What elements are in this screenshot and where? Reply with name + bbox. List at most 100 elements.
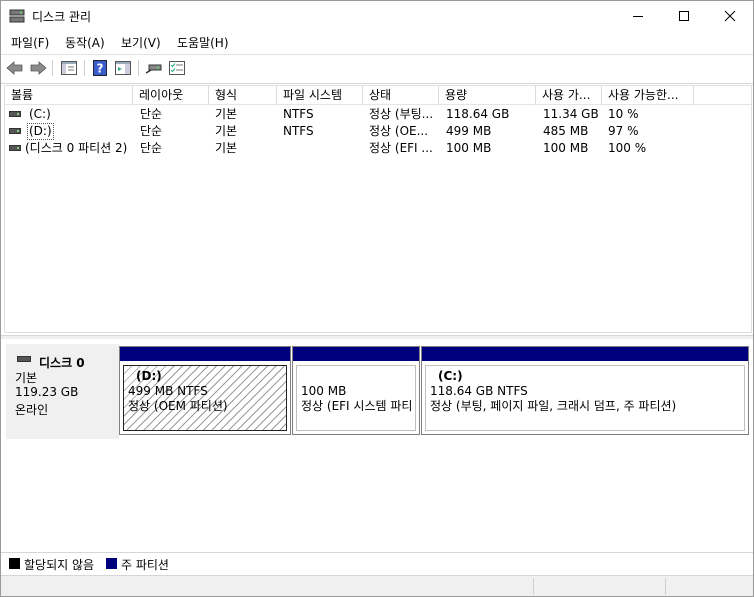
legend-bar: 할당되지 않음 주 파티션 [1,552,753,574]
disk-name: 디스크 0 [39,356,85,370]
disk-0-info[interactable]: 디스크 0 기본 119.23 GB 온라인 [6,344,119,439]
partition-efi[interactable]: 100 MB 정상 (EFI 시스템 파티 [292,346,420,435]
menu-bar: 파일(F) 동작(A) 보기(V) 도움말(H) [1,31,753,53]
toolbar-separator [138,60,139,76]
back-arrow-icon [6,61,23,75]
toolbar-separator [84,60,85,76]
status-bar-divider [665,578,666,595]
partition-status: 정상 (OEM 파티션) [128,399,228,413]
back-button[interactable] [5,59,25,77]
volume-type: 기본 [215,107,238,121]
primary-partition-bar [293,347,419,361]
partition-size: 100 MB [301,384,347,398]
column-header-capacity[interactable]: 용량 [439,86,536,105]
window-title: 디스크 관리 [32,10,92,24]
checklist-icon [169,61,185,75]
column-header-status[interactable]: 상태 [363,86,439,105]
disk-layout-pane: 디스크 0 기본 119.23 GB 온라인 (D:) 499 MB NTFS … [4,340,752,550]
volume-icon [9,128,21,134]
column-header-type[interactable]: 형식 [209,86,277,105]
column-header-volume[interactable]: 볼륨 [5,86,133,105]
disk-status: 온라인 [15,403,49,417]
partition-status: 정상 (EFI 시스템 파티 [301,399,413,413]
volume-status: 정상 (부팅... [369,107,434,121]
volume-percent-free: 10 % [608,107,639,121]
volume-list-header: 볼륨 레이아웃 형식 파일 시스템 상태 용량 사용 가... 사용 가능한..… [5,86,751,105]
disk-management-app-icon [9,9,25,23]
column-header-file-system[interactable]: 파일 시스템 [277,86,363,105]
menu-file[interactable]: 파일(F) [11,34,49,51]
volume-capacity: 499 MB [446,124,492,138]
disk-size: 119.23 GB [15,385,79,399]
volume-row-efi[interactable]: (디스크 0 파티션 2) 단순 기본 정상 (EFI ... 100 MB 1… [5,140,751,157]
volume-layout: 단순 [140,107,163,121]
status-bar [1,575,753,596]
column-header-layout[interactable]: 레이아웃 [133,86,209,105]
forward-arrow-icon [30,61,47,75]
volume-file-system: NTFS [283,124,314,138]
disk-management-window: 디스크 관리 파일(F) 동작(A) 보기(V) 도움말(H) ? 볼륨 레이아… [0,0,754,597]
maximize-button[interactable] [661,1,707,31]
disk-icon [17,356,31,362]
volume-name: (디스크 0 파티션 2) [25,141,128,155]
svg-text:?: ? [97,62,104,76]
partition-c[interactable]: (C:) 118.64 GB NTFS 정상 (부팅, 페이지 파일, 크래시 … [421,346,749,435]
connect-icon [145,64,162,74]
volume-name: (D:) [27,123,54,140]
partition-d[interactable]: (D:) 499 MB NTFS 정상 (OEM 파티션) [119,346,291,435]
volume-file-system: NTFS [283,107,314,121]
primary-partition-legend-label: 주 파티션 [121,558,169,572]
volume-capacity: 118.64 GB [446,107,510,121]
toolbar-separator [52,60,53,76]
menu-view[interactable]: 보기(V) [121,34,161,51]
toolbar-bottom-border [1,83,753,84]
menu-help[interactable]: 도움말(H) [177,34,229,51]
primary-partition-bar [120,347,290,361]
title-bar: 디스크 관리 [1,1,753,31]
volume-free-space: 485 MB [543,124,589,138]
partition-size: 118.64 GB NTFS [430,384,528,398]
volume-row-d[interactable]: (D:) 단순 기본 NTFS 정상 (OE... 499 MB 485 MB … [5,123,751,140]
volume-free-space: 11.34 GB [543,107,599,121]
volume-icon [9,145,21,151]
volume-type: 기본 [215,141,238,155]
menu-action[interactable]: 동작(A) [65,34,105,51]
close-button[interactable] [707,1,753,31]
column-header-percent-free[interactable]: 사용 가능한... [602,86,694,105]
minimize-button[interactable] [615,1,661,31]
show-action-pane-button[interactable] [113,59,133,77]
partition-label [309,369,411,384]
primary-partition-legend-swatch [106,558,117,569]
unallocated-legend-label: 할당되지 않음 [24,558,95,572]
help-icon: ? [93,60,107,76]
status-bar-divider [533,578,534,595]
volume-percent-free: 100 % [608,141,647,155]
forward-button[interactable] [28,59,48,77]
minimize-icon [633,16,643,17]
properties-button[interactable] [167,59,187,77]
partition-label: (C:) [438,369,463,383]
disk-type: 기본 [15,371,38,385]
volume-percent-free: 97 % [608,124,639,138]
partition-status: 정상 (부팅, 페이지 파일, 크래시 덤프, 주 파티션) [430,399,677,413]
partition-size: 499 MB NTFS [128,384,208,398]
volume-layout: 단순 [140,141,163,155]
volume-capacity: 100 MB [446,141,492,155]
volume-name: (C:) [29,107,51,121]
volume-row-c[interactable]: (C:) 단순 기본 NTFS 정상 (부팅... 118.64 GB 11.3… [5,106,751,123]
column-header-free-space[interactable]: 사용 가... [536,86,602,105]
partition-label: (D:) [136,369,162,383]
action-pane-icon [115,61,131,75]
volume-icon [9,111,21,117]
volume-type: 기본 [215,124,238,138]
volume-status: 정상 (OE... [369,124,429,138]
pane-splitter[interactable] [1,335,753,339]
primary-partition-bar [422,347,748,361]
toolbar: ? [1,55,753,81]
show-console-tree-button[interactable] [59,59,79,77]
help-button[interactable]: ? [90,59,110,77]
volume-status: 정상 (EFI ... [369,141,433,155]
volume-list-pane: 볼륨 레이아웃 형식 파일 시스템 상태 용량 사용 가... 사용 가능한..… [4,85,752,333]
unallocated-legend-swatch [9,558,20,569]
connect-button[interactable] [144,59,164,77]
